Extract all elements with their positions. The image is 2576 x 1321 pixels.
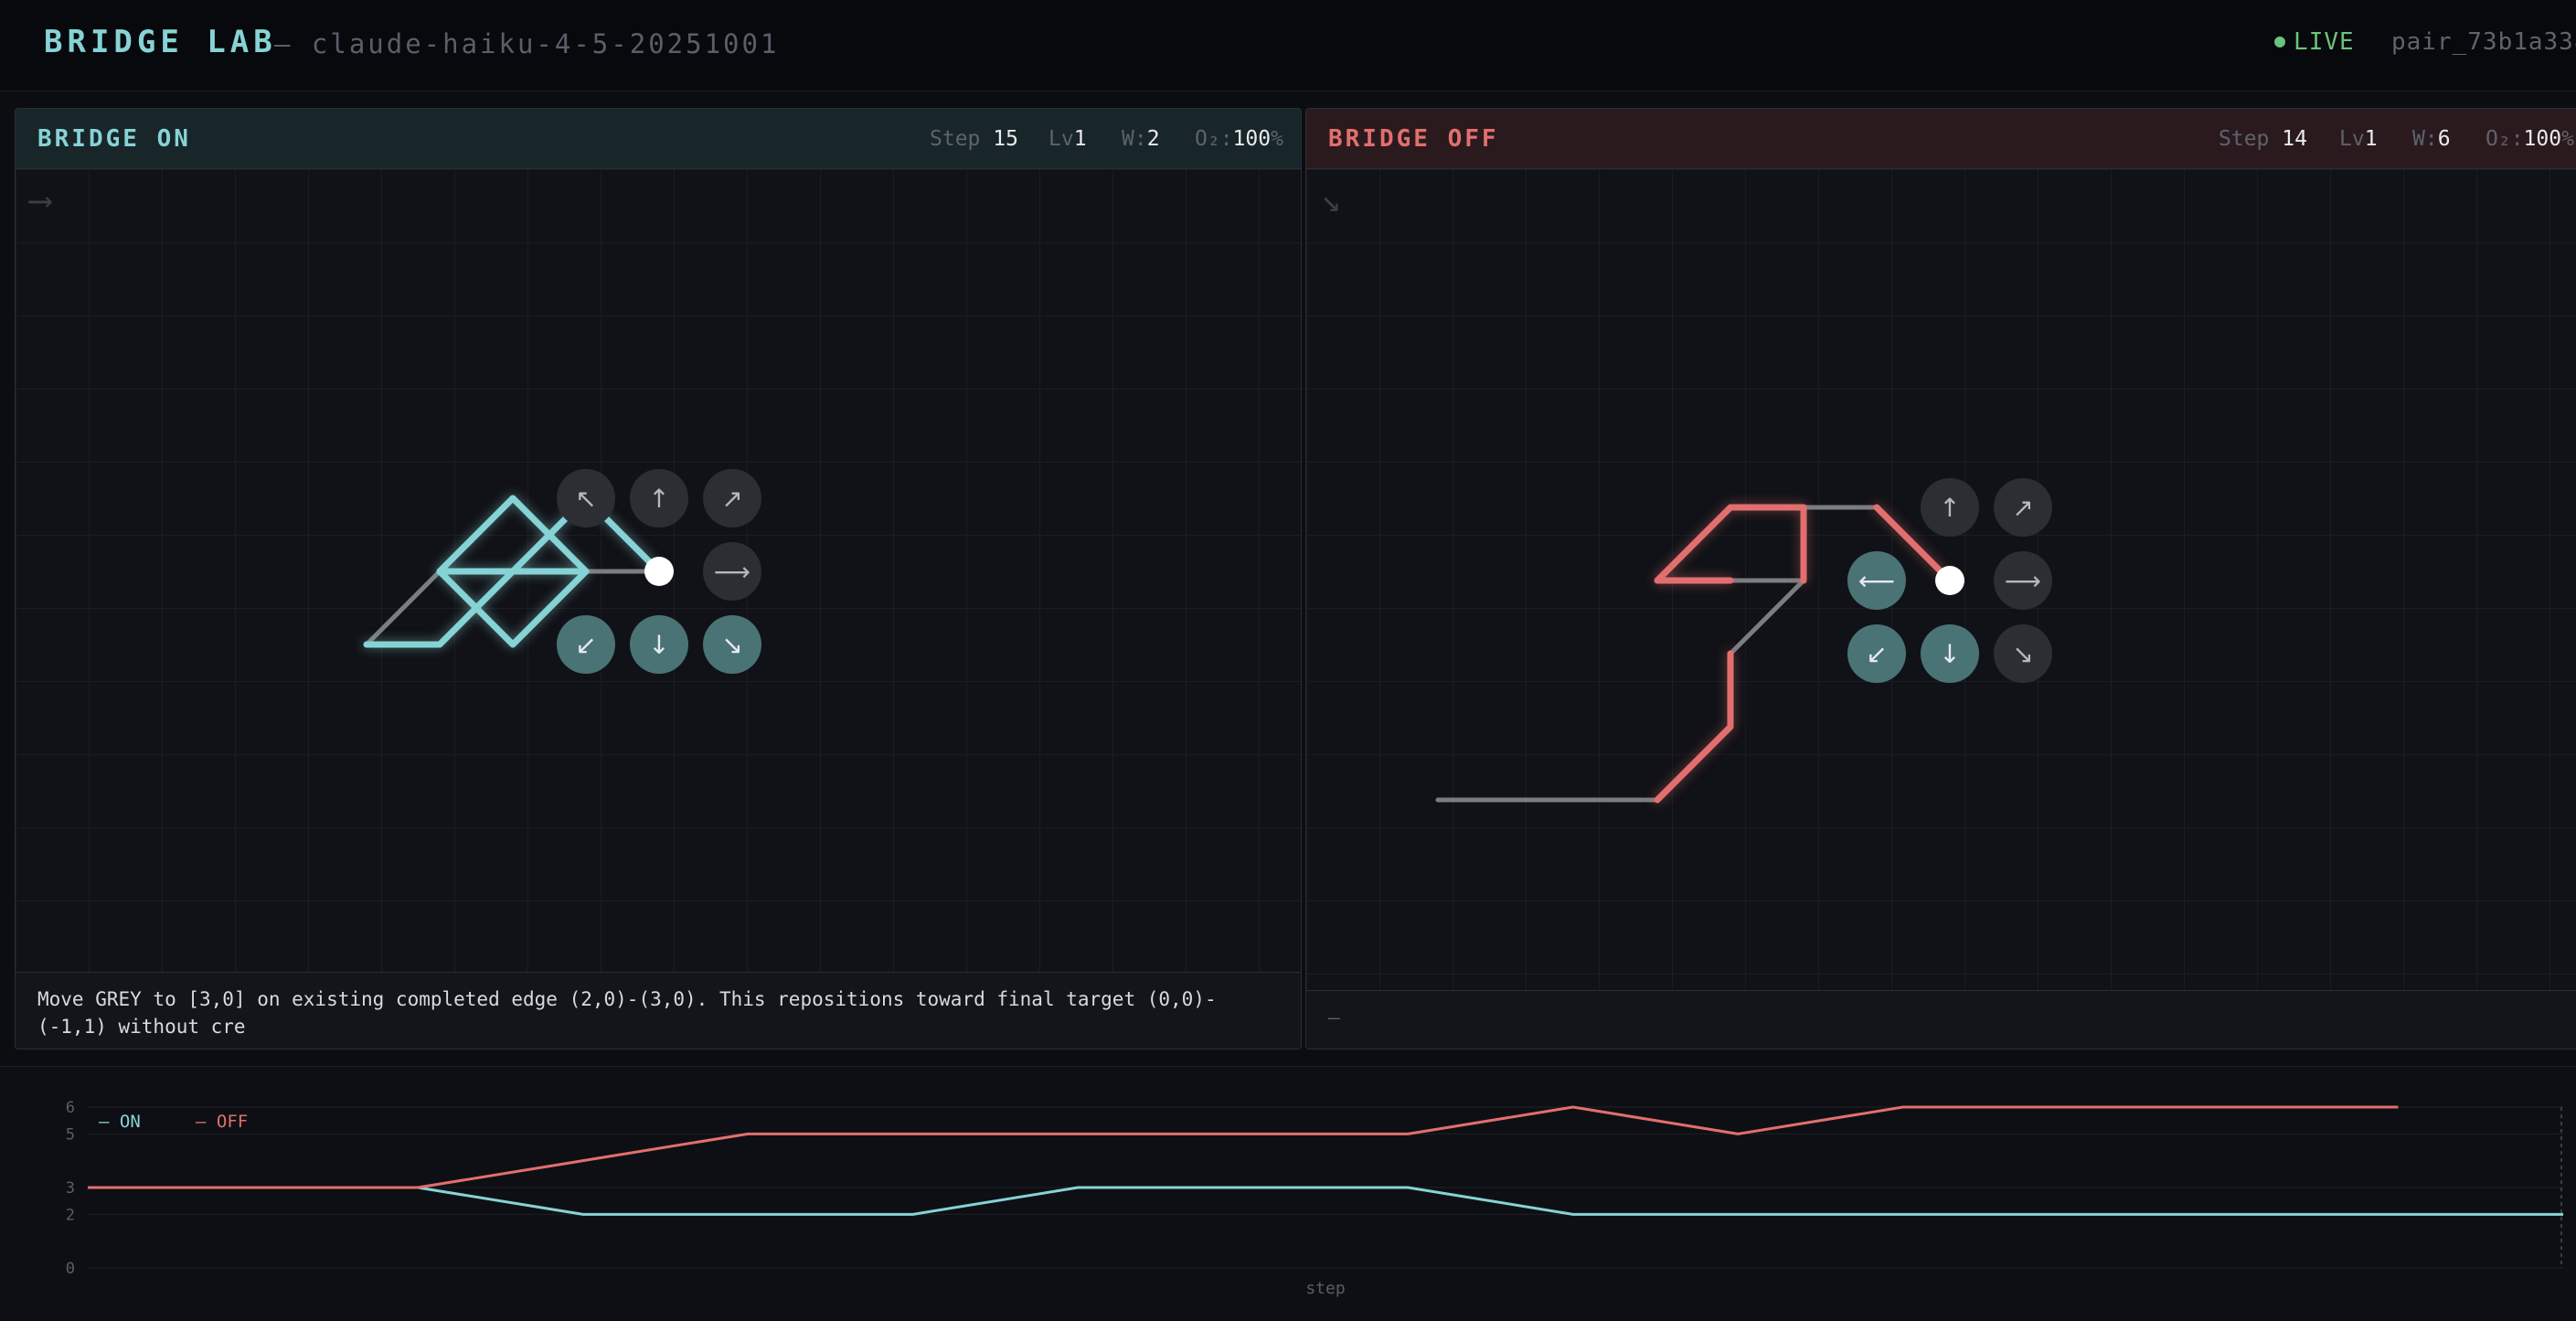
move-left-button[interactable]: ⟵ [1847, 551, 1906, 610]
oxygen-unit: % [2561, 127, 2574, 151]
path-canvas [363, 486, 674, 648]
move-up-right-button[interactable]: ↗ [703, 469, 761, 527]
arrow-up-right-icon: ↗ [721, 483, 743, 514]
live-dot-icon: ● [2274, 29, 2287, 51]
step-label: Step [930, 127, 981, 151]
game-board[interactable]: ↘ ↑ ↗ ⟵ ⟶ ↙ ↓ ↘ [1306, 169, 2576, 992]
oxygen-stat: O₂:100% [2486, 127, 2574, 151]
move-down-button[interactable]: ↓ [1921, 624, 1979, 683]
oxygen-label: O₂: [2486, 127, 2524, 151]
player-node [1935, 566, 1964, 595]
move-up-left-button[interactable]: ↖ [557, 469, 615, 527]
oxygen-value: 100 [1232, 127, 1272, 151]
legend-on: — ON [99, 1112, 141, 1132]
bridge-on-panel: BRIDGE ON Step 15 Lv1 W:2 O₂:100% ⟶ ↖ ↑ … [15, 108, 1302, 1049]
level-stat: Lv1 [1048, 127, 1087, 151]
bridge-edge [1654, 650, 1734, 804]
path-canvas [1435, 504, 1964, 804]
y-tick-label: 0 [66, 1260, 75, 1278]
move-down-right-button[interactable]: ↘ [1994, 624, 2052, 683]
arrow-down-left-icon: ↙ [575, 629, 597, 660]
reasoning-message: Move GREY to [3,0] on existing completed… [16, 972, 1301, 1049]
model-name: — claude-haiku-4-5-20251001 [274, 28, 780, 59]
move-down-right-button[interactable]: ↘ [703, 615, 761, 674]
grey-edge [364, 569, 442, 647]
move-right-button[interactable]: ⟶ [1994, 551, 2052, 610]
level-value: 1 [1073, 127, 1087, 151]
move-down-button[interactable]: ↓ [630, 615, 688, 674]
level-label: Lv [1048, 127, 1074, 151]
oxygen-unit: % [1271, 127, 1283, 151]
width-value: 2 [1146, 127, 1160, 151]
arrow-right-icon: ⟶ [2004, 565, 2042, 596]
arrow-down-right-icon: ↘ [2012, 638, 2034, 669]
width-stat: W:6 [2412, 127, 2451, 151]
arrow-right-icon: ⟶ [713, 556, 751, 587]
player-node [644, 557, 674, 586]
series-line-off [88, 1105, 2399, 1189]
bridge-edge [1654, 504, 1807, 584]
step-value: 15 [993, 127, 1018, 151]
move-up-button[interactable]: ↑ [1921, 478, 1979, 537]
width-label: W: [2412, 127, 2438, 151]
panel-header: BRIDGE OFF Step 14 Lv1 W:6 O₂:100% [1306, 109, 2576, 169]
move-right-button[interactable]: ⟶ [703, 542, 761, 601]
live-label: LIVE [2294, 28, 2355, 56]
y-tick-label: 6 [66, 1099, 75, 1117]
step-stat: Step 14 [2219, 127, 2307, 151]
oxygen-label: O₂: [1195, 127, 1233, 151]
arrow-down-icon: ↓ [1939, 638, 1961, 669]
app-title: BRIDGE LAB [44, 24, 277, 60]
arrow-down-left-icon: ↙ [1866, 638, 1888, 669]
arrow-up-left-icon: ↖ [575, 483, 597, 514]
move-down-left-button[interactable]: ↙ [557, 615, 615, 674]
arrow-down-icon: ↓ [648, 629, 670, 660]
width-stat: W:2 [1122, 127, 1160, 151]
y-tick-label: 3 [66, 1179, 75, 1198]
move-up-button[interactable]: ↑ [630, 469, 688, 527]
panel-title: BRIDGE ON [37, 125, 191, 153]
reasoning-message: — [1306, 990, 2576, 1049]
width-history-chart: 0 2 3 5 6 — ON — OFF step [0, 1066, 2576, 1320]
step-label: Step [2219, 127, 2270, 151]
panel-title: BRIDGE OFF [1328, 125, 1499, 153]
live-status: ● LIVE [2274, 28, 2355, 56]
chart-canvas: 0 2 3 5 6 — ON — OFF step [66, 1099, 2563, 1298]
oxygen-value: 100 [2523, 127, 2562, 151]
width-value: 6 [2437, 127, 2451, 151]
x-axis-label: step [1305, 1279, 1345, 1298]
arrow-left-icon: ⟵ [1857, 565, 1896, 596]
grey-edge [1728, 578, 1806, 656]
move-down-left-button[interactable]: ↙ [1847, 624, 1906, 683]
step-stat: Step 15 [930, 127, 1018, 151]
legend-off: — OFF [196, 1112, 248, 1132]
pair-id: pair_73b1a338 [2391, 28, 2576, 56]
arrow-up-icon: ↑ [1939, 492, 1961, 523]
move-up-right-button[interactable]: ↗ [1994, 478, 2052, 537]
level-value: 1 [2364, 127, 2378, 151]
arrow-down-right-icon: ↘ [721, 629, 743, 660]
app-header: BRIDGE LAB — claude-haiku-4-5-20251001 ●… [0, 0, 2576, 91]
panel-header: BRIDGE ON Step 15 Lv1 W:2 O₂:100% [16, 109, 1301, 169]
game-board[interactable]: ⟶ ↖ ↑ ↗ ⟶ ↙ ↓ ↘ [16, 169, 1301, 974]
bridge-off-panel: BRIDGE OFF Step 14 Lv1 W:6 O₂:100% ↘ ↑ ↗… [1305, 108, 2576, 1049]
arrow-up-icon: ↑ [648, 483, 670, 514]
oxygen-stat: O₂:100% [1195, 127, 1283, 151]
arrow-up-right-icon: ↗ [2012, 492, 2034, 523]
width-label: W: [1122, 127, 1147, 151]
y-tick-label: 5 [66, 1125, 75, 1144]
step-value: 14 [2282, 127, 2307, 151]
level-label: Lv [2339, 127, 2365, 151]
series-line-on [88, 1186, 2563, 1216]
y-tick-label: 2 [66, 1206, 75, 1224]
level-stat: Lv1 [2339, 127, 2378, 151]
